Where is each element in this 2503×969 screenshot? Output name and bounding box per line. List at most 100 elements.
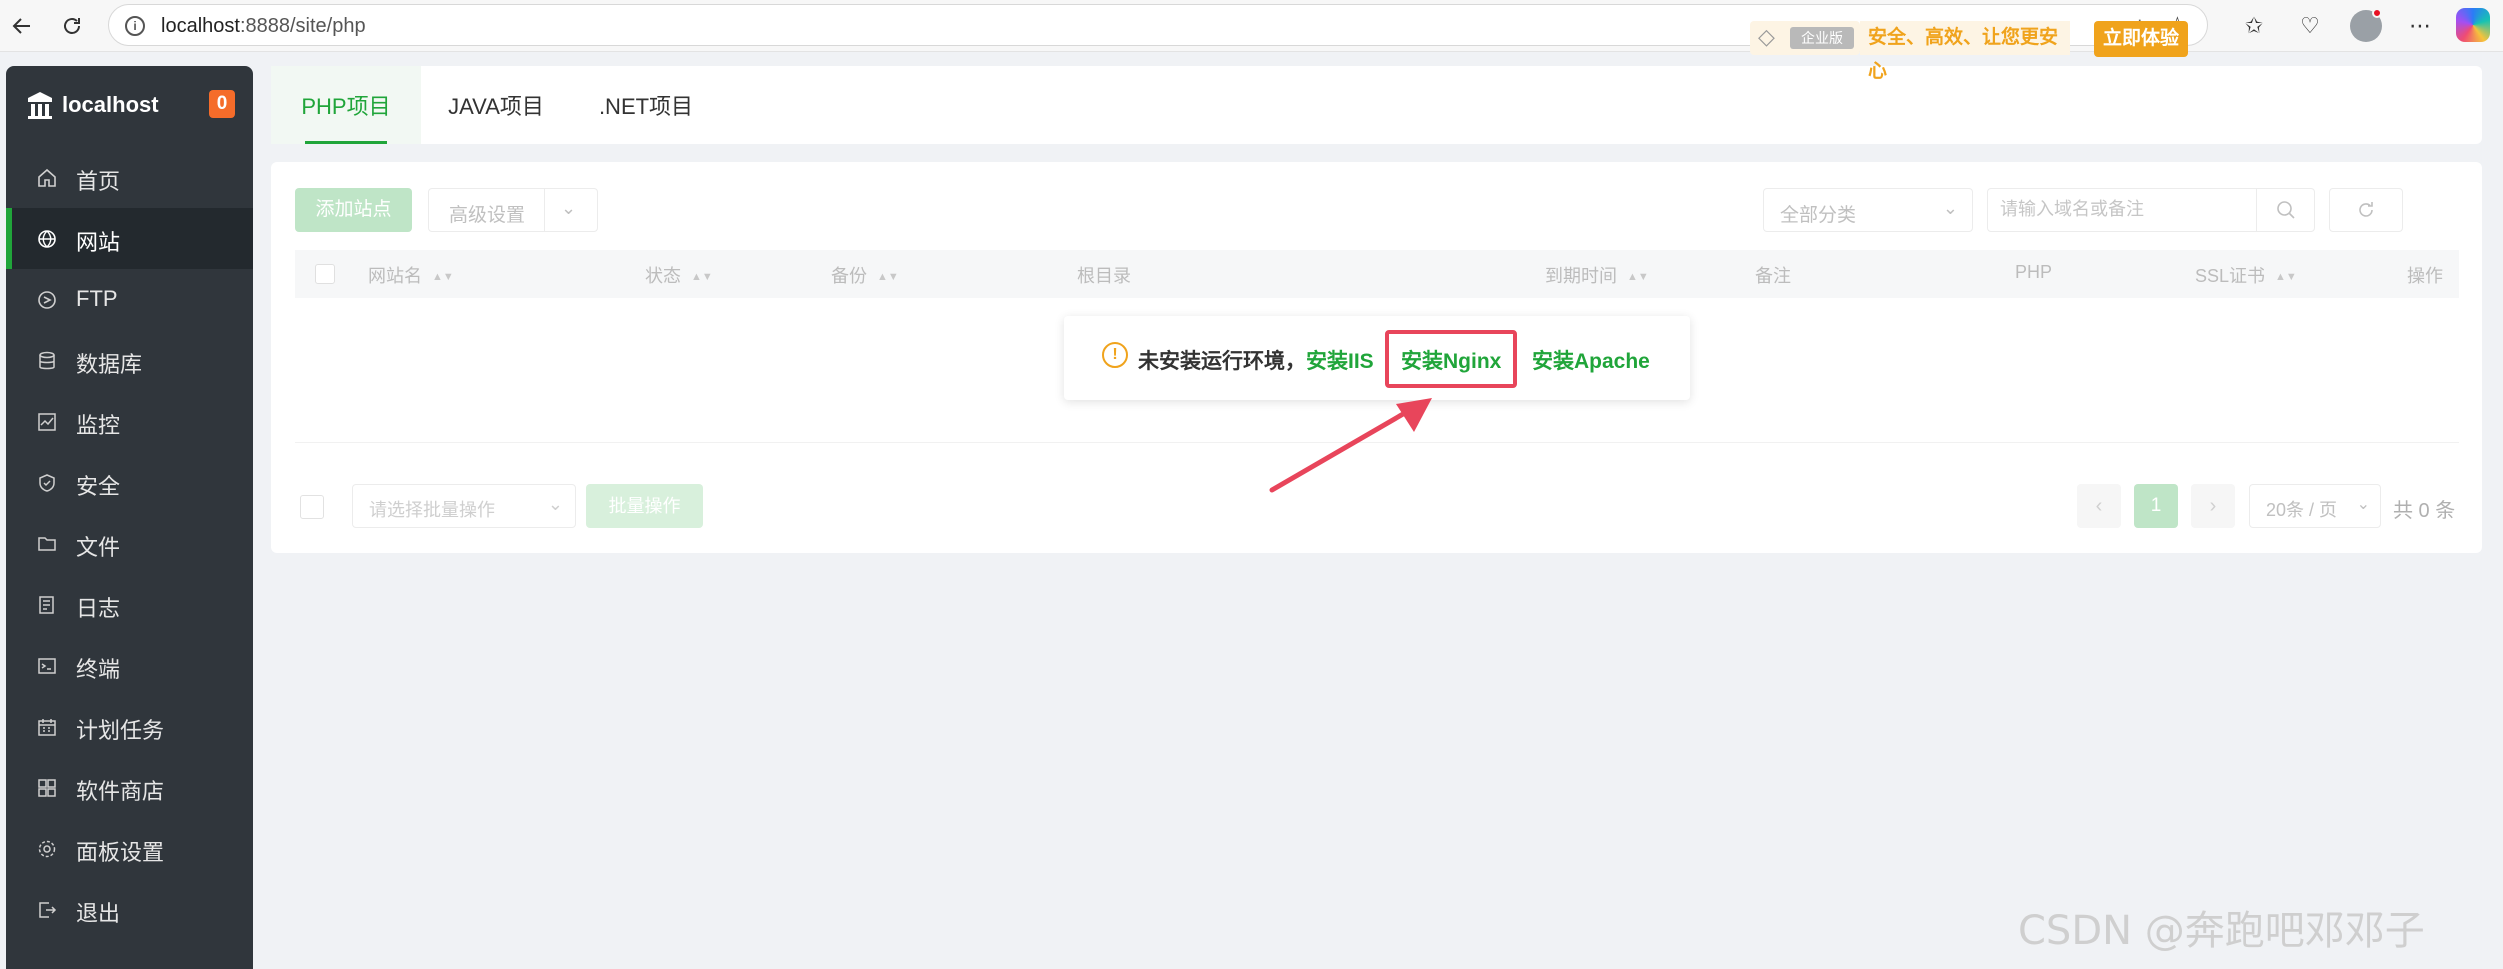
runtime-notice: ! 未安装运行环境， 安装IIS 安装Nginx 安装Apache [1064,316,1690,400]
more-menu-icon[interactable]: ⋯ [2402,8,2438,44]
sidebar-item-app-store[interactable]: 软件商店 [6,757,253,818]
back-button[interactable] [4,8,40,44]
log-icon [36,594,58,616]
sidebar-item-label: 首页 [76,169,121,194]
try-now-button[interactable]: 立即体验 [2094,21,2188,57]
advanced-settings-dropdown[interactable]: 高级设置 ⌄ [428,188,598,232]
project-tabs: PHP项目 JAVA项目 .NET项目 [271,66,2482,144]
sidebar-item-label: FTP [76,286,118,311]
column-header-ssl[interactable]: SSL证书 ▲▼ [2195,262,2297,288]
reload-button[interactable] [54,8,90,44]
total-count: 共 0 条 [2393,500,2456,522]
shield-icon [36,472,58,494]
column-header-remark: 备注 [1755,266,1791,286]
sidebar-item-label: 数据库 [76,352,143,377]
tab-java-project[interactable]: JAVA项目 [421,66,571,144]
sidebar-item-label: 计划任务 [76,718,165,743]
pointer-arrow [1269,398,1432,493]
column-header-expire[interactable]: 到期时间 ▲▼ [1545,262,1649,288]
sidebar-item-ftp[interactable]: FTP [6,269,253,330]
sidebar-item-logout[interactable]: 退出 [6,879,253,940]
chevron-down-icon: ⌄ [547,494,563,514]
table-header: 网站名 ▲▼ 状态 ▲▼ 备份 ▲▼ 根目录 到期时间 ▲▼ 备注 PHP SSL证书 ▲… [295,250,2459,298]
search-icon [2276,201,2295,219]
info-icon[interactable]: i [125,16,145,36]
refresh-icon [2359,202,2373,217]
sidebar-item-label: 软件商店 [76,779,165,804]
diamond-icon: ◇ [1758,24,1775,49]
reload-icon [64,18,80,34]
search-button[interactable] [2256,189,2314,231]
sidebar-item-home[interactable]: 首页 [6,147,253,208]
refresh-button[interactable] [2329,188,2403,232]
batch-operation-placeholder: 请选择批量操作 [369,500,495,520]
column-header-status[interactable]: 状态 ▲▼ [645,262,713,288]
sidebar-item-label: 面板设置 [76,840,165,865]
sidebar: localhost 0 首页 网站 FTP 数据库 监控 安全 文件 日志 终端… [6,66,253,969]
current-page[interactable]: 1 [2134,484,2178,528]
page-size-select[interactable]: 20条 / 页 ⌄ [2249,484,2381,528]
sidebar-item-website[interactable]: 网站 [6,208,253,269]
chevron-down-icon: ⌄ [2356,496,2370,513]
search-input[interactable] [2000,199,2250,220]
sidebar-item-logs[interactable]: 日志 [6,574,253,635]
sidebar-item-label: 网站 [76,230,121,255]
select-all-checkbox[interactable] [315,264,335,284]
column-header-backup[interactable]: 备份 ▲▼ [831,262,899,288]
sidebar-item-database[interactable]: 数据库 [6,330,253,391]
chevron-down-icon[interactable]: ⌄ [561,198,576,219]
health-icon[interactable]: ♡ [2292,8,2328,44]
sidebar-item-label: 安全 [76,474,121,499]
divider [544,189,545,231]
sidebar-item-files[interactable]: 文件 [6,513,253,574]
sidebar-item-cron[interactable]: 计划任务 [6,696,253,757]
sidebar-item-settings[interactable]: 面板设置 [6,818,253,879]
sort-icon: ▲▼ [877,271,899,283]
enterprise-edition-label: 企业版 [1790,27,1854,49]
server-name[interactable]: localhost [62,92,159,118]
sidebar-item-label: 文件 [76,535,121,560]
terminal-icon [36,655,58,677]
add-site-button[interactable]: 添加站点 [295,188,412,232]
sidebar-item-label: 终端 [76,657,121,682]
sort-icon: ▲▼ [691,271,713,283]
column-header-php: PHP [2015,262,2053,282]
sidebar-item-security[interactable]: 安全 [6,452,253,513]
prev-page-button[interactable]: ‹ [2077,484,2121,528]
sidebar-item-label: 退出 [76,901,121,926]
column-header-root-dir: 根目录 [1077,266,1131,286]
batch-select-checkbox[interactable] [300,495,324,519]
watermark: CSDN @奔跑吧邓邓子 [2018,908,2425,954]
chevron-down-icon: ⌄ [1942,198,1958,218]
enterprise-slogan: 安全、高效、让您更安心 [1860,21,2070,82]
search-box [1987,188,2315,232]
batch-operation-select[interactable]: 请选择批量操作 ⌄ [352,484,576,528]
sidebar-item-monitor[interactable]: 监控 [6,391,253,452]
nginx-highlight-box [1385,330,1517,388]
column-header-actions: 操作 [2407,266,2443,286]
grid-icon [36,777,58,799]
gear-icon [36,838,58,860]
page-size-value: 20条 / 页 [2266,500,2338,520]
logout-icon [36,899,58,921]
install-apache-link[interactable]: 安装Apache [1532,345,1650,375]
ftp-icon [36,289,58,311]
tab-net-project[interactable]: .NET项目 [571,66,721,144]
sidebar-item-label: 监控 [76,413,121,438]
next-page-button[interactable]: › [2191,484,2235,528]
sort-icon: ▲▼ [432,271,454,283]
column-header-site-name[interactable]: 网站名 ▲▼ [368,262,454,288]
panel-logo-icon [28,92,52,119]
notice-message: 未安装运行环境， [1138,350,1306,373]
tab-php-project[interactable]: PHP项目 [271,66,421,144]
database-icon [36,350,58,372]
batch-operation-button[interactable]: 批量操作 [586,484,703,528]
favorites-icon[interactable]: ✩ [2236,8,2272,44]
install-iis-link[interactable]: 安装IIS [1306,345,1374,375]
message-count-badge[interactable]: 0 [209,90,235,118]
notification-dot [2372,8,2382,18]
copilot-icon[interactable] [2456,8,2490,42]
sidebar-item-terminal[interactable]: 终端 [6,635,253,696]
category-select[interactable]: 全部分类 ⌄ [1763,188,1973,232]
sort-icon: ▲▼ [1627,271,1649,283]
